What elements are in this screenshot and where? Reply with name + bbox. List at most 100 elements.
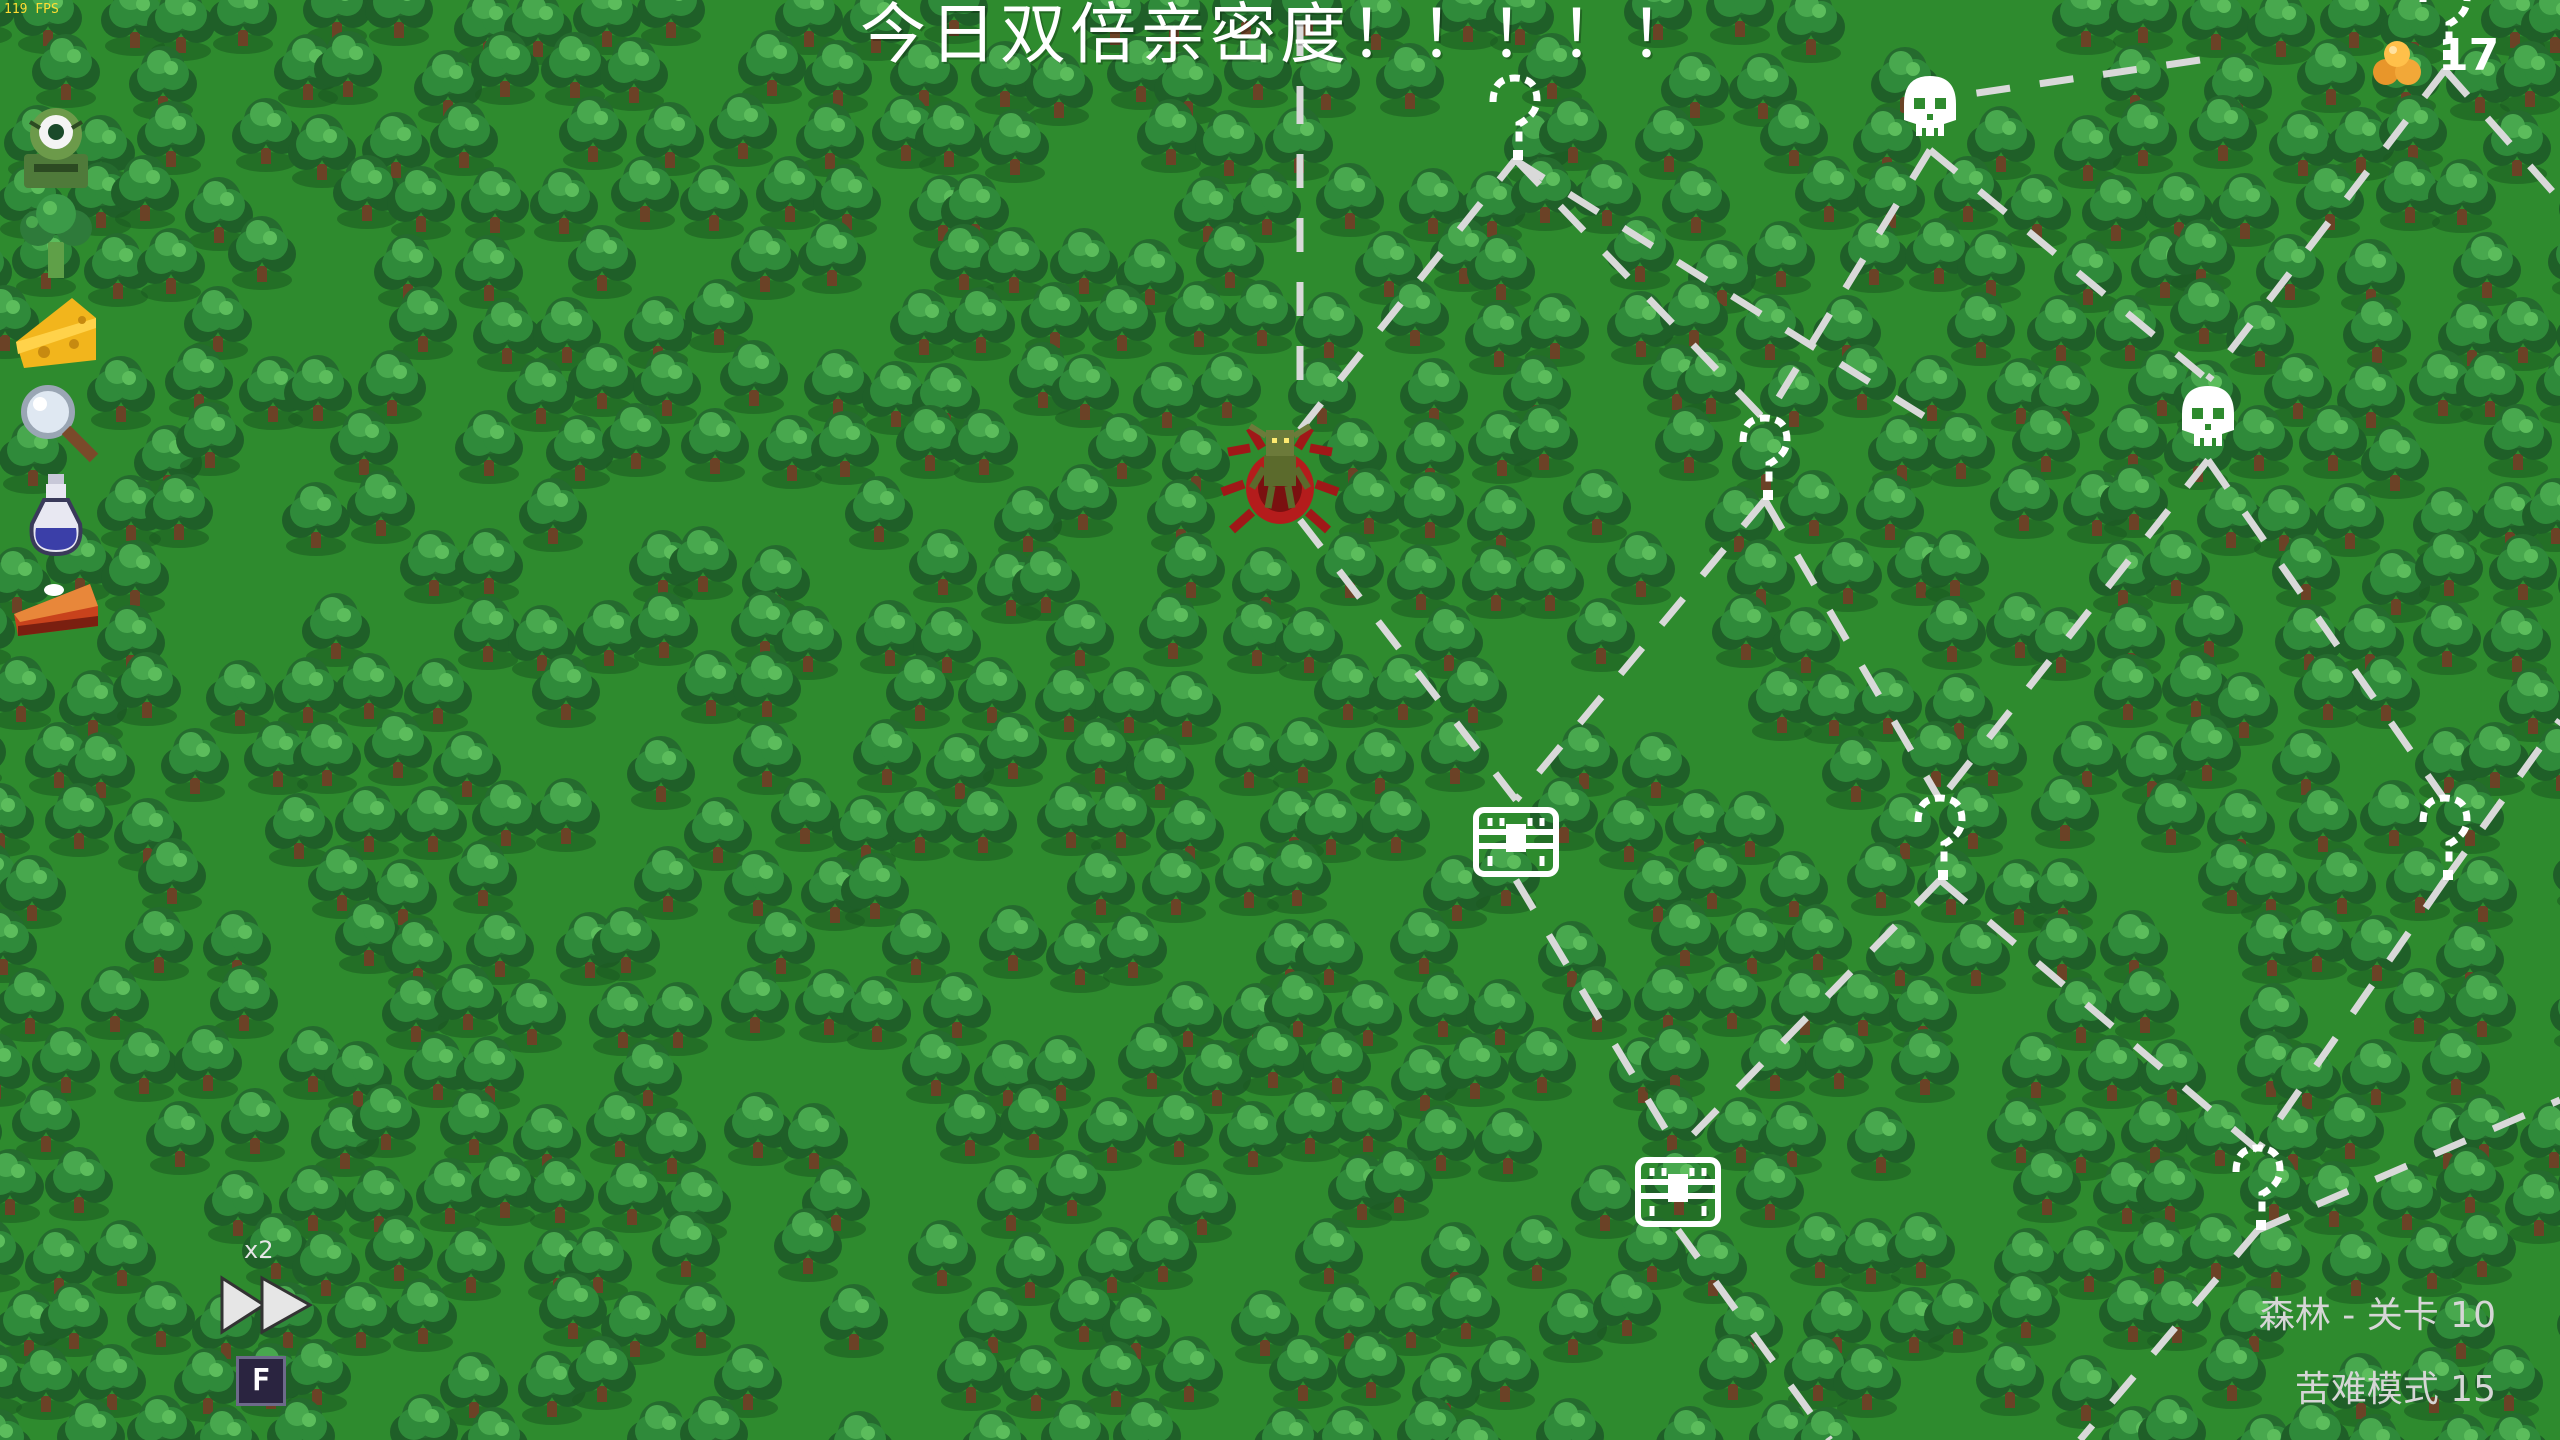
tree bbox=[909, 529, 977, 603]
tree bbox=[630, 592, 698, 666]
tree bbox=[709, 93, 777, 167]
tree bbox=[1516, 545, 1584, 619]
tree bbox=[1295, 292, 1363, 366]
tree bbox=[1409, 971, 1477, 1045]
tree bbox=[2550, 977, 2560, 1051]
tree bbox=[532, 778, 600, 852]
tree bbox=[1155, 1336, 1223, 1410]
tree bbox=[826, 1411, 894, 1440]
forest-map bbox=[0, 0, 2560, 1440]
tree bbox=[731, 226, 799, 300]
tree bbox=[2520, 1102, 2560, 1176]
tree bbox=[1067, 849, 1135, 923]
tree bbox=[1814, 538, 1882, 612]
tree bbox=[1571, 1165, 1639, 1239]
tree bbox=[1918, 596, 1986, 670]
tree bbox=[1992, 1272, 2060, 1346]
tree bbox=[669, 526, 737, 600]
tree bbox=[1607, 531, 1675, 605]
enemy-skull-icon[interactable] bbox=[1904, 76, 1956, 136]
tree bbox=[908, 1220, 976, 1294]
tree bbox=[2505, 1170, 2560, 1244]
tree bbox=[2483, 606, 2551, 680]
tree bbox=[1269, 717, 1337, 791]
tree bbox=[1295, 1218, 1363, 1292]
tree bbox=[206, 660, 274, 734]
gold-coins-icon bbox=[2373, 41, 2421, 85]
speed-hotkey-badge: F bbox=[236, 1356, 286, 1406]
tree bbox=[2453, 232, 2521, 306]
tree bbox=[274, 657, 342, 731]
tree bbox=[265, 793, 333, 867]
eye-monster-icon[interactable] bbox=[10, 100, 102, 192]
tree bbox=[1503, 1215, 1571, 1289]
tree bbox=[232, 98, 300, 172]
announcement-banner: 今日双倍亲密度！！！！！ bbox=[860, 0, 1700, 73]
goblin-player-icon[interactable] bbox=[1220, 423, 1340, 534]
tree bbox=[724, 1092, 792, 1166]
tree bbox=[101, 540, 169, 614]
tree bbox=[843, 976, 911, 1050]
tree bbox=[293, 720, 361, 794]
tree bbox=[2428, 159, 2496, 233]
tree bbox=[2548, 224, 2560, 298]
tree bbox=[1471, 1336, 1539, 1410]
tree bbox=[2052, 1355, 2120, 1429]
tree bbox=[1854, 668, 1922, 742]
tree bbox=[1133, 362, 1201, 436]
tree bbox=[2361, 425, 2429, 499]
tree bbox=[0, 656, 55, 730]
tree bbox=[1316, 532, 1384, 606]
tree bbox=[0, 1219, 24, 1293]
tree bbox=[1622, 732, 1690, 806]
tree bbox=[0, 1149, 44, 1223]
tree bbox=[2360, 780, 2428, 854]
tree bbox=[1474, 1108, 1542, 1182]
tree bbox=[461, 167, 529, 241]
tree bbox=[282, 482, 350, 556]
tree bbox=[820, 1284, 888, 1358]
tree bbox=[680, 165, 748, 239]
tree bbox=[804, 349, 872, 423]
tree bbox=[1563, 469, 1631, 543]
pie-icon[interactable] bbox=[10, 560, 102, 652]
broccoli-icon[interactable] bbox=[10, 192, 102, 284]
tree bbox=[2138, 1395, 2206, 1440]
tree bbox=[1887, 1212, 1955, 1286]
tree bbox=[1847, 1107, 1915, 1181]
tree bbox=[125, 907, 193, 981]
tree bbox=[437, 1227, 505, 1301]
potion-icon[interactable] bbox=[10, 468, 102, 560]
tree bbox=[1976, 1342, 2044, 1416]
tree bbox=[0, 1033, 30, 1107]
tree bbox=[161, 728, 229, 802]
tree bbox=[1099, 912, 1167, 986]
magnifying-glass-icon[interactable] bbox=[10, 376, 102, 468]
tree bbox=[1939, 783, 2007, 857]
tree bbox=[627, 736, 695, 810]
tree bbox=[284, 355, 352, 429]
tree bbox=[1924, 1279, 1992, 1353]
tree bbox=[1254, 1407, 1322, 1440]
tree bbox=[455, 235, 523, 309]
tree bbox=[853, 719, 921, 793]
tree bbox=[1193, 352, 1261, 426]
tree bbox=[455, 528, 523, 602]
tree bbox=[977, 1165, 1045, 1239]
tree bbox=[1747, 221, 1815, 295]
gold-count: 17 bbox=[2438, 30, 2500, 81]
cheese-icon[interactable] bbox=[10, 284, 102, 376]
tree bbox=[2449, 856, 2517, 930]
tree bbox=[845, 476, 913, 550]
tree bbox=[1314, 1406, 1382, 1440]
tree bbox=[2481, 1413, 2549, 1440]
fast-forward-button[interactable] bbox=[218, 1270, 318, 1340]
tree bbox=[667, 1282, 735, 1356]
tree bbox=[1536, 1398, 1604, 1440]
tree bbox=[2142, 530, 2210, 604]
tree bbox=[1656, 1406, 1724, 1440]
difficulty-mode-label: 苦难模式 15 bbox=[2294, 1369, 2496, 1410]
tree bbox=[2055, 1226, 2123, 1300]
tree bbox=[498, 979, 566, 1053]
area-level-label: 森林 - 关卡 10 bbox=[2258, 1295, 2496, 1336]
